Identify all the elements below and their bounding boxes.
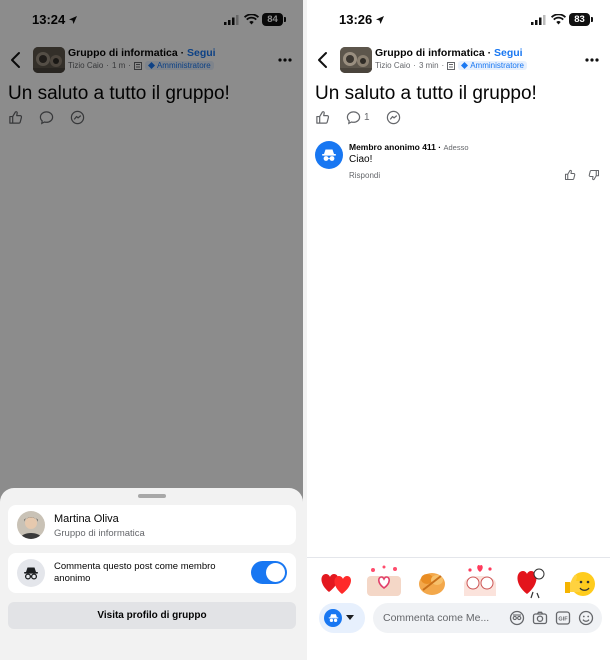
comment-author: Membro anonimo 411 <box>349 142 436 152</box>
reply-link[interactable]: Rispondi <box>349 171 380 180</box>
meta-separator: · <box>413 61 416 70</box>
back-arrow-icon[interactable] <box>315 51 331 69</box>
thumbs-up-icon <box>316 111 330 124</box>
location-arrow-icon <box>376 16 384 24</box>
messenger-icon <box>386 110 400 125</box>
comment-button[interactable]: 1 <box>346 110 370 125</box>
anonymous-label: Commenta questo post come membro anonimo <box>54 561 216 584</box>
profile-option[interactable]: Martina Oliva Gruppo di informatica <box>8 505 296 545</box>
anonymous-identity-icon <box>324 609 342 627</box>
comment-author-line: Membro anonimo 411 · Adesso <box>349 142 469 152</box>
meta-separator: · <box>441 61 445 70</box>
thumbs-up-emoji-sticker[interactable] <box>561 562 599 600</box>
anonymous-member-icon <box>17 559 45 587</box>
sticker-suggestions <box>307 562 610 600</box>
hug-sticker[interactable] <box>413 562 451 600</box>
admin-shield-icon <box>461 62 469 69</box>
toggle-knob <box>266 563 285 582</box>
separator-dot: · <box>484 47 495 59</box>
comment-time: Adesso <box>443 143 469 152</box>
like-button[interactable] <box>315 110 330 125</box>
right-screen: 13:26 83 Gruppo di informatica · Segui T… <box>307 0 610 660</box>
compose-area: GIF <box>307 557 610 660</box>
post-header: Gruppo di informatica · Segui Tizio Caio… <box>307 45 610 75</box>
cellular-signal-icon <box>531 15 546 25</box>
comment-text: Ciao! <box>349 154 373 165</box>
heart-character-sticker[interactable] <box>511 562 549 600</box>
follow-link[interactable]: Segui <box>494 47 523 59</box>
comment-downvote-icon[interactable] <box>588 169 600 181</box>
composer-tools: GIF <box>509 610 594 626</box>
heart-hands-sticker[interactable] <box>365 562 403 600</box>
cats-love-sticker[interactable] <box>461 562 499 600</box>
emoji-icon[interactable] <box>578 610 594 626</box>
post-meta: Tizio Caio · 3 min · Amministratore <box>375 61 527 70</box>
comment-upvote-icon[interactable] <box>564 169 576 181</box>
anonymous-option: Commenta questo post come membro anonimo <box>8 553 296 593</box>
battery-indicator: 83 <box>569 13 593 26</box>
group-avatar[interactable] <box>340 47 372 73</box>
visit-group-profile-button[interactable]: Visita profilo di gruppo <box>8 602 296 629</box>
group-name-line: Gruppo di informatica · Segui <box>375 47 523 59</box>
avatar-sticker-icon[interactable] <box>509 610 525 626</box>
identity-switcher-button[interactable] <box>319 603 365 633</box>
status-time: 13:26 <box>339 12 373 27</box>
hearts-sticker[interactable] <box>317 562 355 600</box>
more-options-icon[interactable] <box>584 53 600 67</box>
camera-icon[interactable] <box>532 610 548 626</box>
author-name[interactable]: Tizio Caio <box>375 61 410 70</box>
post-actions: 1 <box>315 110 417 125</box>
wifi-icon <box>551 14 566 25</box>
anonymous-toggle[interactable] <box>251 561 287 584</box>
svg-text:GIF: GIF <box>558 617 568 623</box>
group-name[interactable]: Gruppo di informatica <box>375 47 485 59</box>
anonymous-avatar-icon <box>315 141 343 169</box>
messenger-share-button[interactable] <box>386 110 401 125</box>
admin-badge: Amministratore <box>458 61 527 70</box>
identity-bottom-sheet: Martina Oliva Gruppo di informatica Comm… <box>0 488 303 660</box>
profile-subtitle: Gruppo di informatica <box>54 528 145 539</box>
left-screen: 13:24 84 Gruppo di informatica · Segui T… <box>0 0 303 660</box>
status-bar: 13:26 83 <box>307 12 610 30</box>
post-text: Un saluto a tutto il gruppo! <box>315 83 537 104</box>
comment-composer: GIF <box>319 603 602 633</box>
admin-label: Amministratore <box>470 61 524 70</box>
gif-icon[interactable]: GIF <box>555 610 571 626</box>
sheet-grabber[interactable] <box>138 494 166 498</box>
comment-item: Membro anonimo 411 · Adesso Ciao! Rispon… <box>315 141 602 183</box>
group-privacy-icon <box>447 61 456 70</box>
profile-name: Martina Oliva <box>54 513 119 525</box>
user-avatar <box>17 511 45 539</box>
comment-count: 1 <box>364 112 370 123</box>
post-time: 3 min <box>418 61 439 70</box>
caret-down-icon <box>346 615 354 620</box>
comment-bubble-icon <box>346 111 361 125</box>
